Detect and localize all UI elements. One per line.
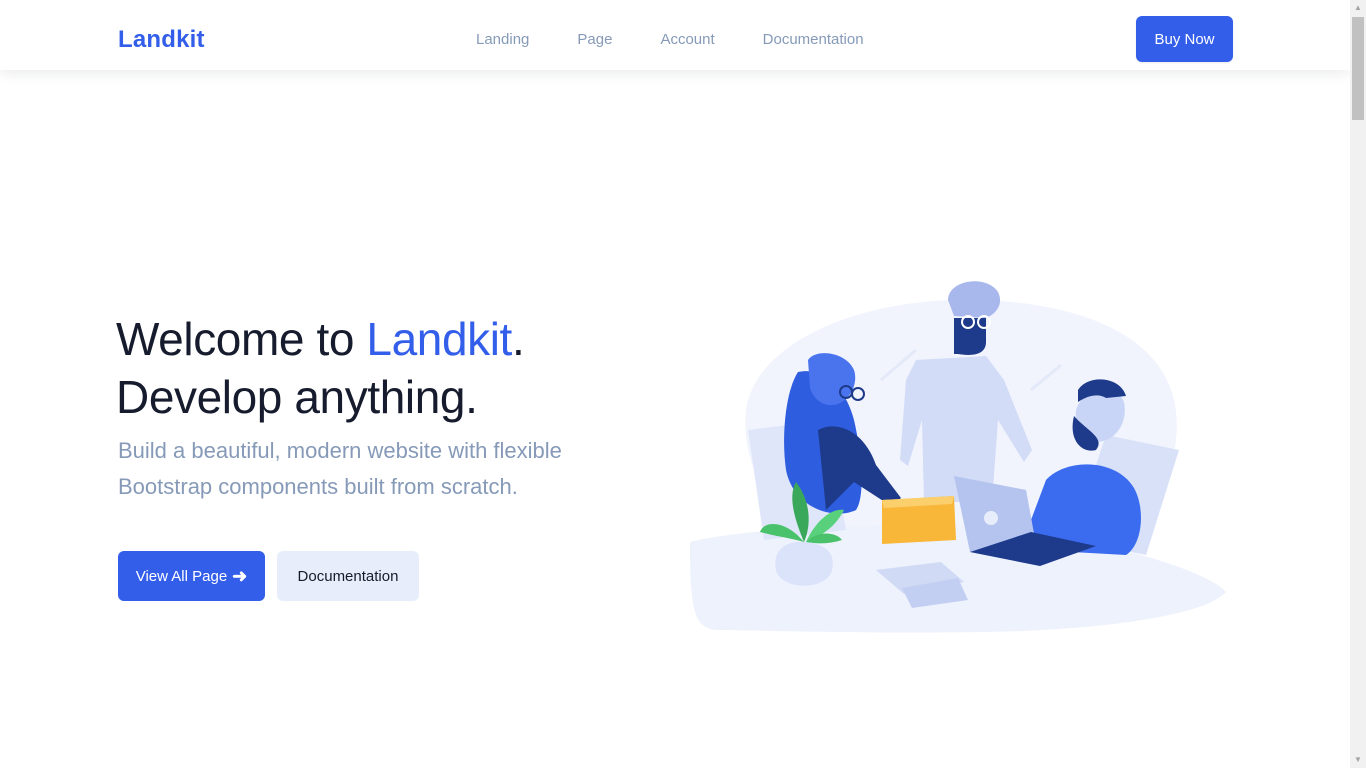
hero-title: Welcome to Landkit. Develop anything. bbox=[116, 310, 525, 426]
hero-subtitle: Build a beautiful, modern website with f… bbox=[118, 438, 562, 499]
documentation-button[interactable]: Documentation bbox=[277, 551, 419, 601]
view-all-page-label: View All Page bbox=[135, 567, 228, 585]
page-scrollbar[interactable]: ▲ ▼ bbox=[1350, 0, 1366, 768]
buy-now-button[interactable]: Buy Now bbox=[1136, 16, 1233, 62]
hero-title-line2: Develop anything. bbox=[116, 371, 478, 423]
hero-title-accent: Landkit bbox=[366, 313, 512, 365]
team-collaboration-illustration bbox=[690, 281, 1226, 633]
hero-title-prefix: Welcome to bbox=[116, 313, 367, 365]
page: Landkit Landing Page Account Documentati… bbox=[0, 0, 1350, 768]
scroll-up-arrow-icon[interactable]: ▲ bbox=[1350, 0, 1366, 16]
nav-link-documentation[interactable]: Documentation bbox=[763, 30, 864, 50]
nav-links: Landing Page Account Documentation bbox=[476, 30, 864, 50]
nav-link-landing[interactable]: Landing bbox=[476, 30, 529, 50]
brand-logo[interactable]: Landkit bbox=[118, 25, 205, 55]
hero-title-suffix: . bbox=[511, 313, 525, 365]
scroll-down-arrow-icon[interactable]: ▼ bbox=[1350, 752, 1366, 768]
navbar: Landkit Landing Page Account Documentati… bbox=[0, 0, 1350, 70]
nav-link-account[interactable]: Account bbox=[660, 30, 714, 50]
scroll-thumb[interactable] bbox=[1352, 17, 1364, 120]
view-all-page-button[interactable]: View All Page ➜ bbox=[118, 551, 265, 601]
arrow-right-icon: ➜ bbox=[232, 565, 248, 586]
nav-link-page[interactable]: Page bbox=[577, 30, 612, 50]
